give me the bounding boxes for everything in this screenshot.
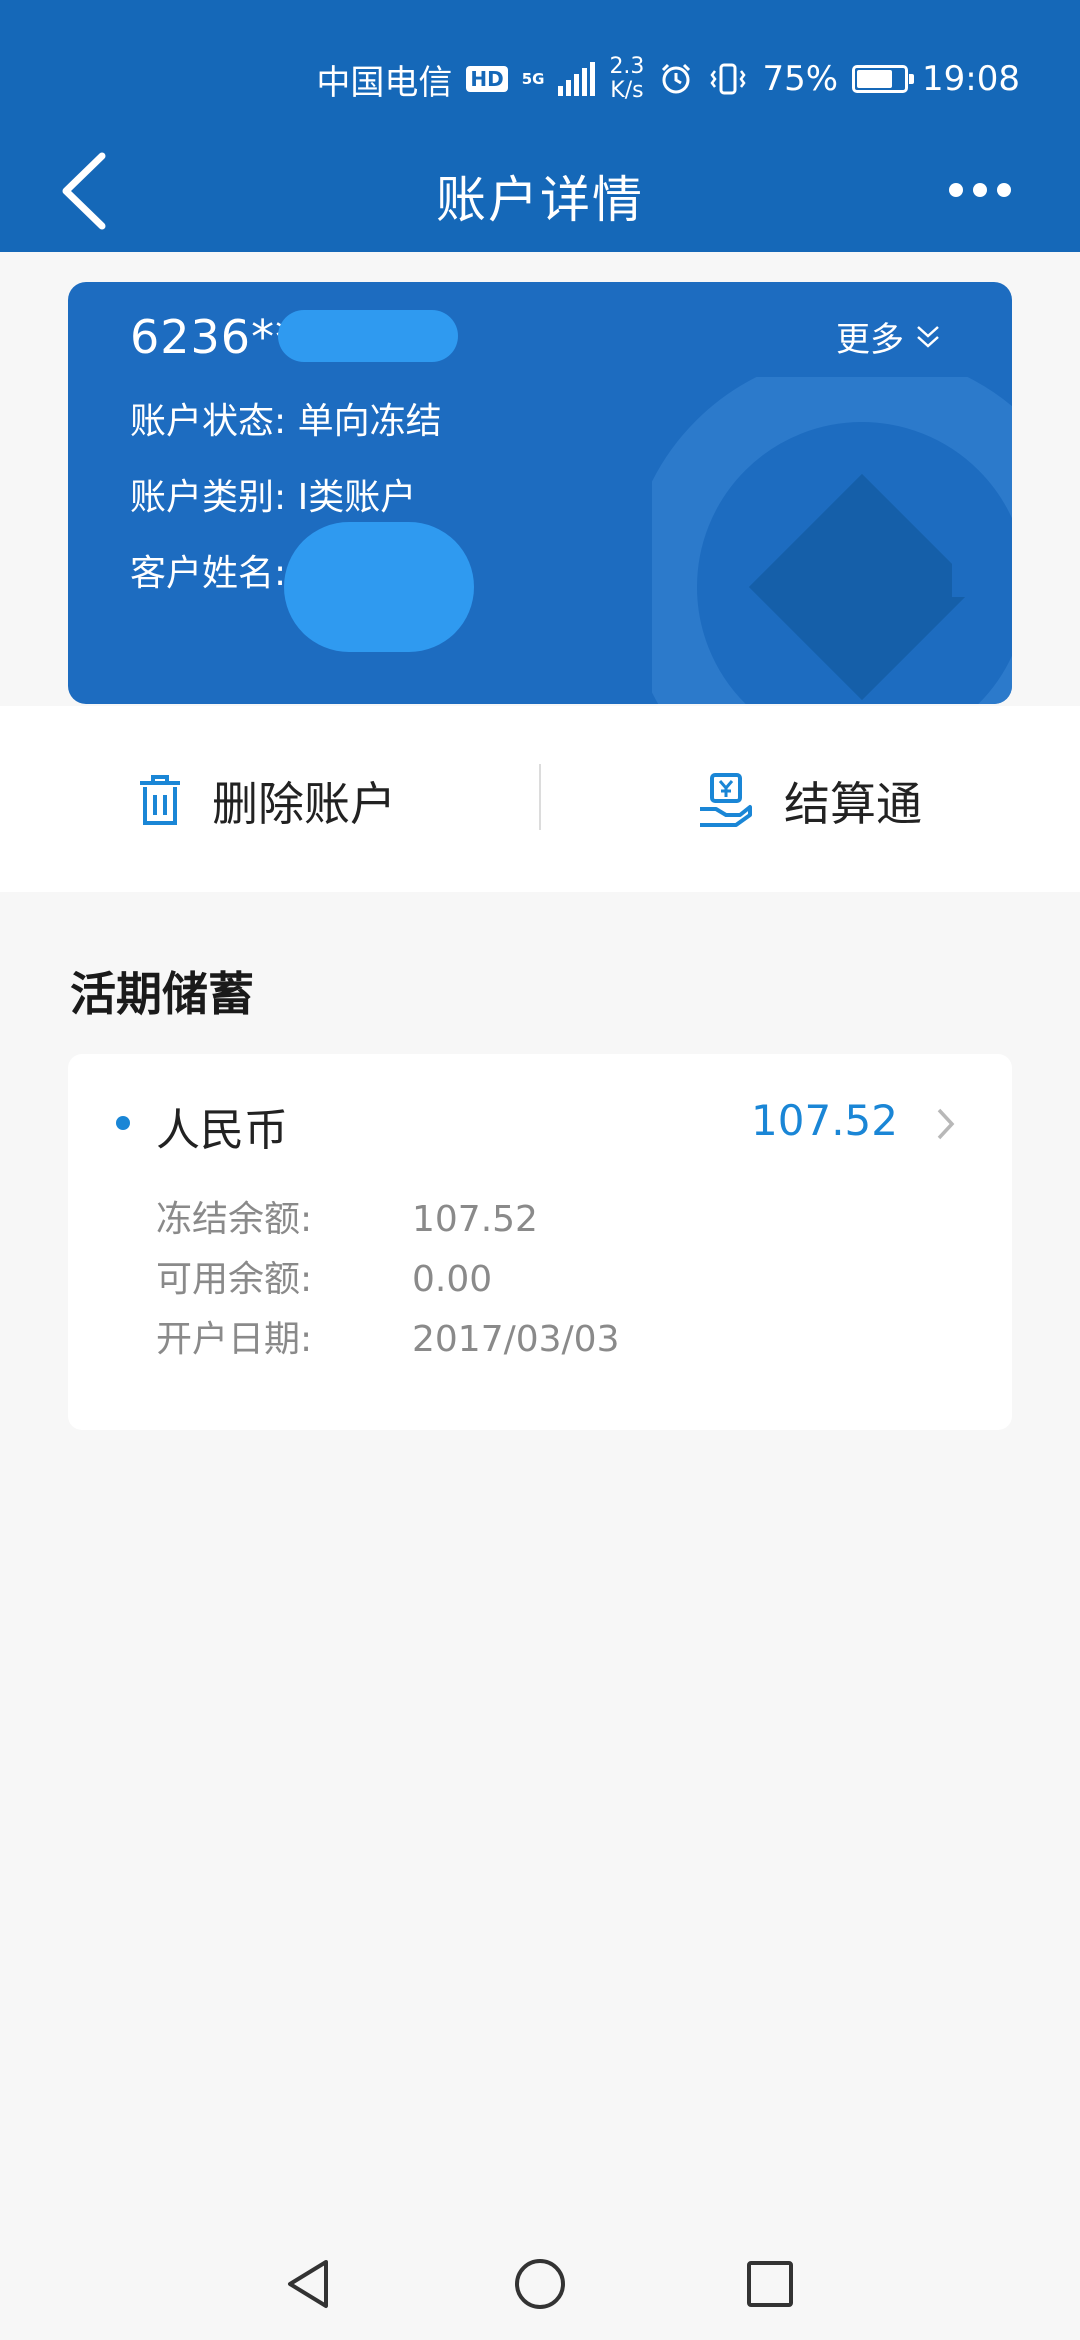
info-label: 开户日期: xyxy=(156,1319,313,1360)
status-bar: 中国电信 HD 5G 2.3 K/s 75% 19:08 xyxy=(0,48,1080,110)
info-row: 开户日期: 2017/03/03 xyxy=(156,1310,620,1362)
settlement-label: 结算通 xyxy=(784,777,922,831)
navigation-bar: 账户详情 xyxy=(0,130,1080,252)
recents-square-icon[interactable] xyxy=(740,2254,800,2314)
battery-icon xyxy=(852,65,915,93)
home-circle-icon[interactable] xyxy=(510,2254,570,2314)
dot-icon xyxy=(997,183,1011,197)
card-more-label: 更多 xyxy=(836,320,904,360)
dot-icon xyxy=(973,183,987,197)
account-actions: 删除账户 结算通 xyxy=(0,706,1080,892)
info-row: 可用余额: 0.00 xyxy=(156,1250,492,1302)
speed-value: 2.3 xyxy=(609,54,645,79)
battery-percent: 75% xyxy=(762,59,839,99)
info-label: 冻结余额: xyxy=(156,1199,313,1240)
card-more-button[interactable]: 更多 xyxy=(836,312,942,361)
account-status: 账户状态: 单向冻结 xyxy=(130,401,442,442)
settlement-button[interactable]: 结算通 xyxy=(696,766,922,836)
double-chevron-down-icon xyxy=(917,325,939,348)
alarm-icon xyxy=(662,63,691,94)
clock: 19:08 xyxy=(922,59,1020,99)
speed-unit: K/s xyxy=(610,78,644,103)
redaction-mark xyxy=(278,310,458,362)
bank-logo-watermark xyxy=(652,377,1012,704)
currency-label: 人民币 xyxy=(156,1105,288,1156)
customer-name: 客户姓名: xyxy=(130,553,287,594)
vibrate-icon xyxy=(710,63,746,95)
info-value: 2017/03/03 xyxy=(412,1319,620,1360)
chevron-right-icon xyxy=(937,1108,955,1140)
account-card-area: 6236*** 更多 账户状态: 单向冻结 账户类别: Ⅰ类账户 客户姓名: xyxy=(0,252,1080,706)
info-value: 107.52 xyxy=(412,1199,538,1240)
signal-icon xyxy=(558,62,596,96)
hd-icon: HD xyxy=(466,66,508,92)
system-navigation-bar xyxy=(0,2226,1080,2340)
info-label: 可用余额: xyxy=(156,1259,313,1300)
back-triangle-icon[interactable] xyxy=(280,2254,340,2314)
page-title: 账户详情 xyxy=(436,171,644,229)
carrier-name: 中国电信 xyxy=(316,62,453,103)
network-type: 5G xyxy=(521,70,545,88)
more-options-button[interactable] xyxy=(930,170,1030,210)
bullet-dot xyxy=(116,1116,130,1130)
delete-account-button[interactable]: 删除账户 xyxy=(136,766,396,836)
dot-icon xyxy=(949,183,963,197)
section-title: 活期储蓄 xyxy=(70,967,254,1021)
trash-icon xyxy=(140,775,180,825)
divider xyxy=(539,764,541,830)
deposit-amount: 107.52 xyxy=(751,1096,898,1145)
redaction-mark xyxy=(284,522,474,652)
account-type: 账户类别: Ⅰ类账户 xyxy=(130,477,417,518)
network-speed: 2.3 K/s xyxy=(609,55,644,103)
app-header: 中国电信 HD 5G 2.3 K/s 75% 19:08 账户详情 xyxy=(0,0,1080,252)
money-hand-icon xyxy=(700,773,752,827)
info-value: 0.00 xyxy=(412,1259,493,1300)
info-row: 冻结余额: 107.52 xyxy=(156,1190,538,1242)
delete-account-label: 删除账户 xyxy=(212,777,396,831)
deposit-card[interactable]: 人民币 107.52 冻结余额: 107.52 可用余额: 0.00 开户日期: 20… xyxy=(68,1054,1012,1430)
account-card[interactable]: 6236*** 更多 账户状态: 单向冻结 账户类别: Ⅰ类账户 客户姓名: xyxy=(68,282,1012,704)
